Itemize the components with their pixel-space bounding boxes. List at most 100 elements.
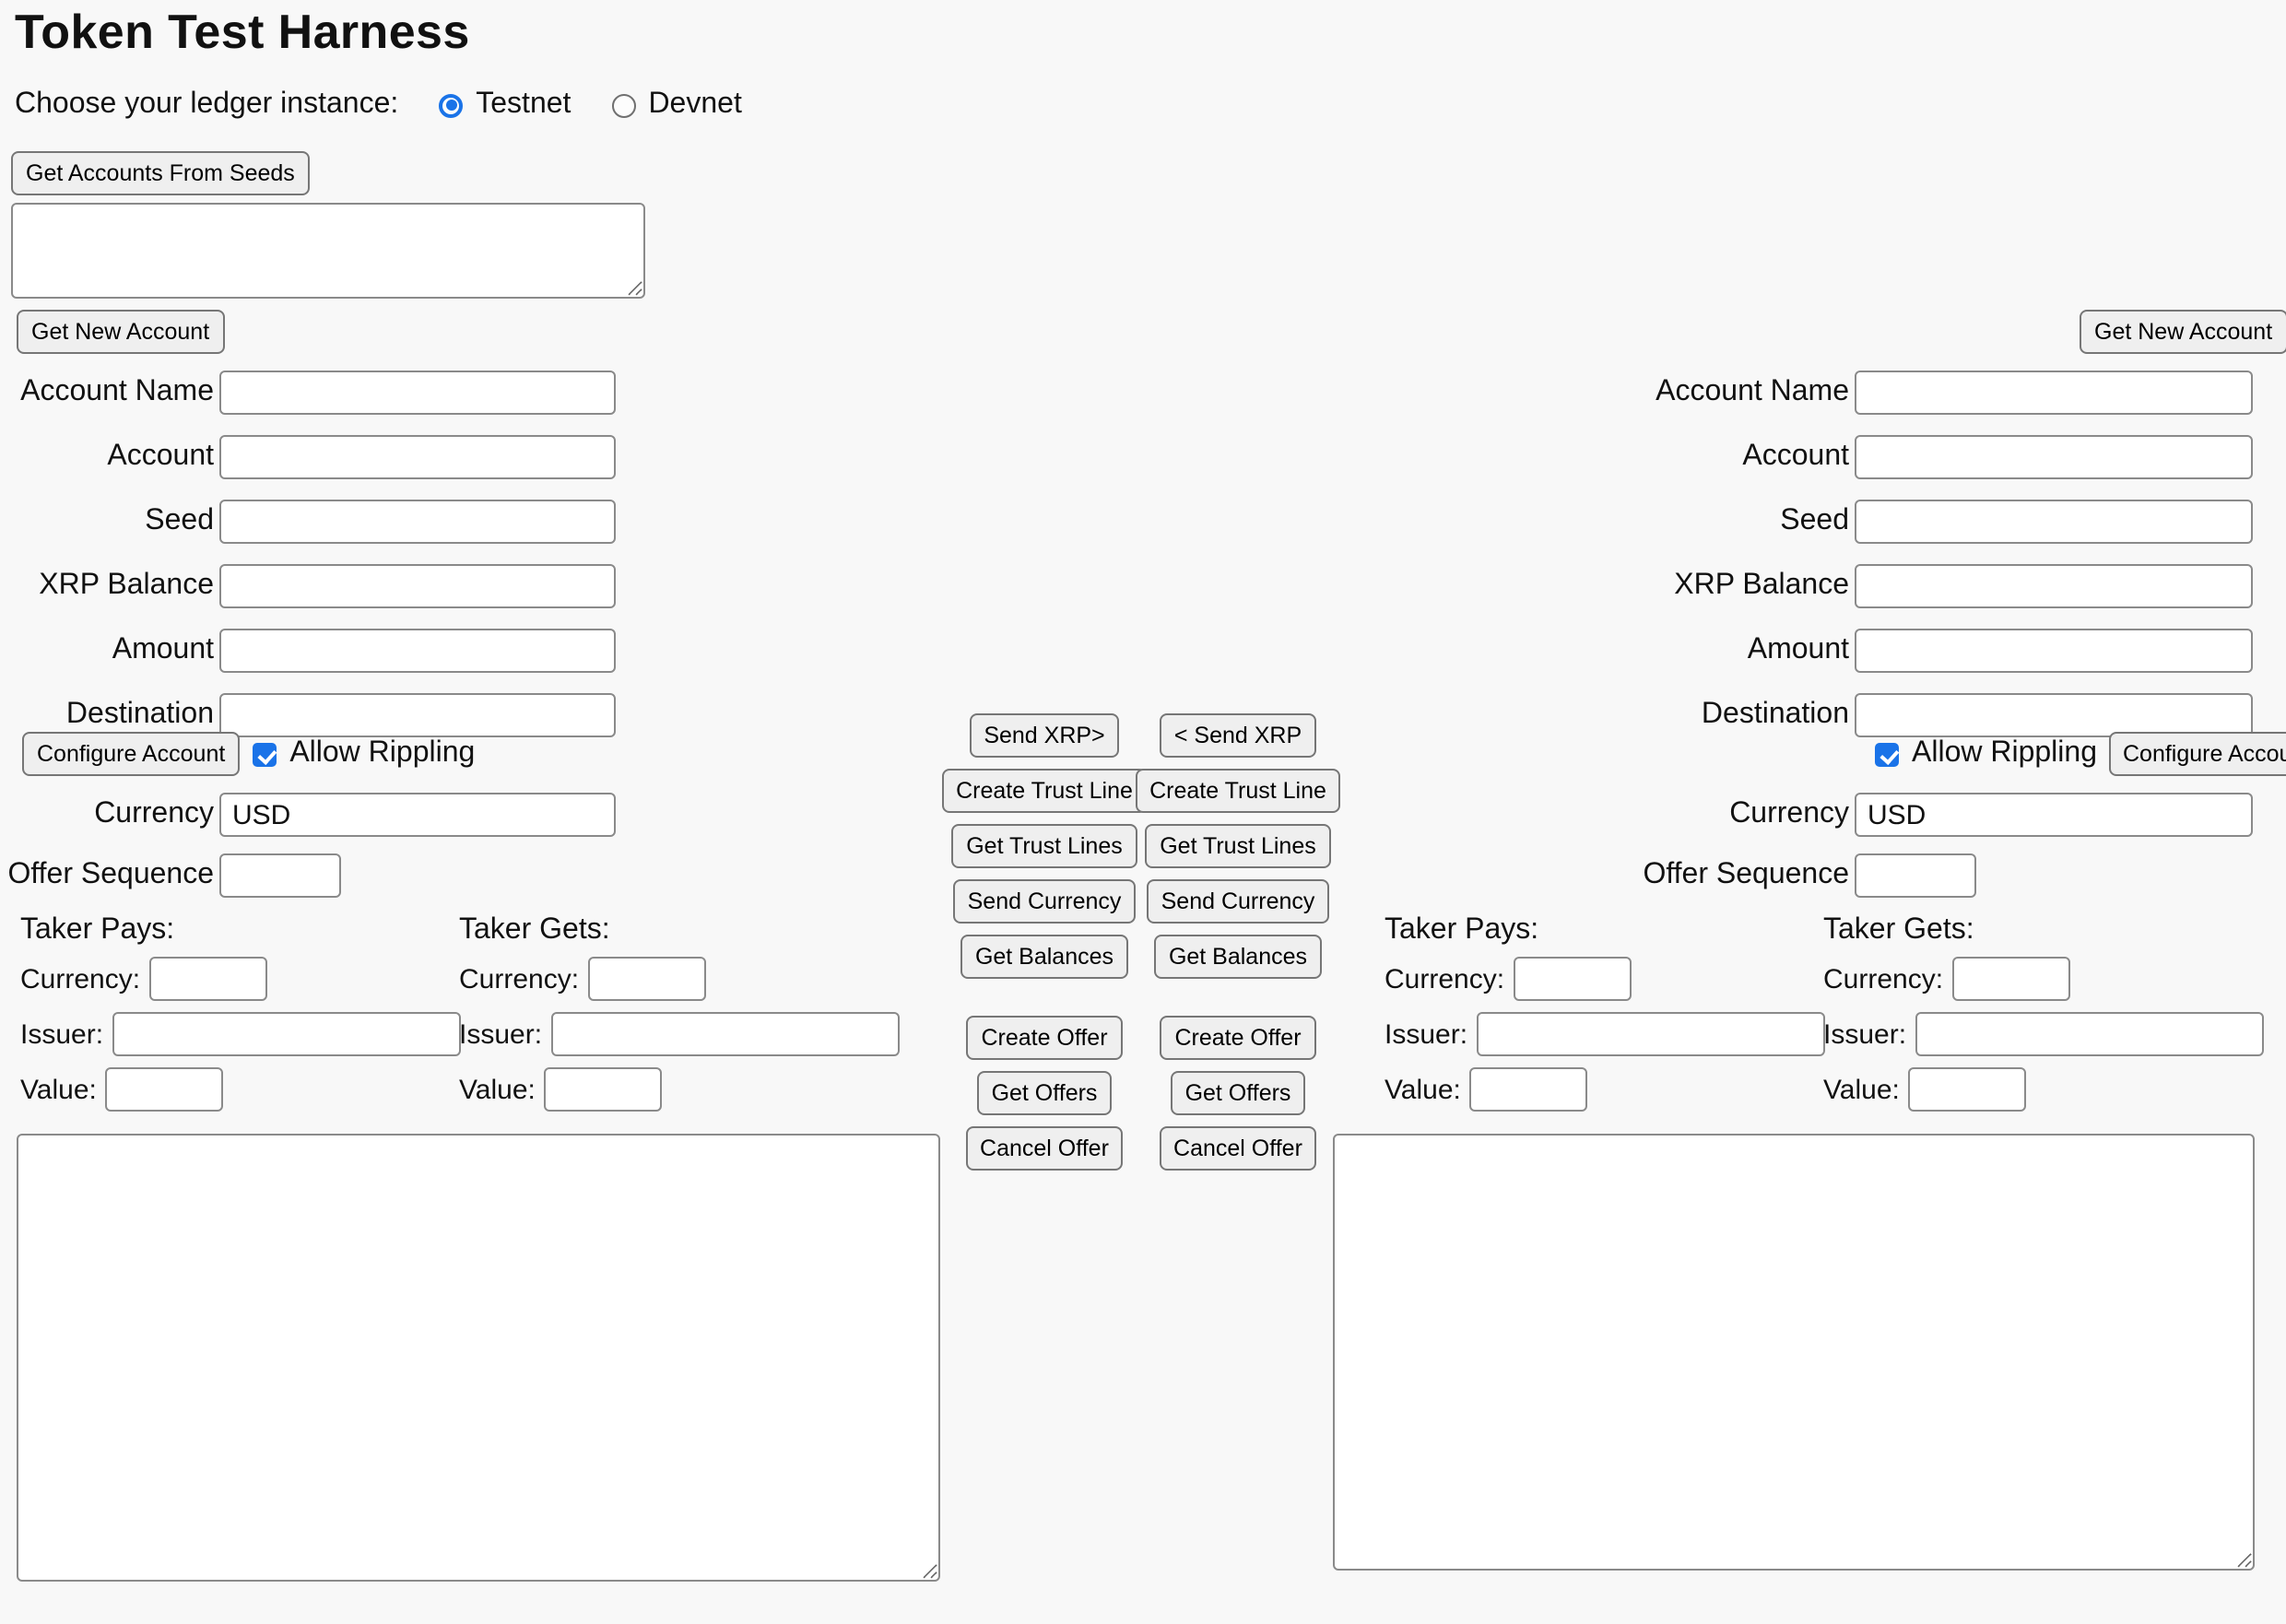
create-trust-line-left-button[interactable]: Create Trust Line — [941, 769, 1148, 813]
account2-results-textarea[interactable] — [1333, 1134, 2255, 1571]
account2-configure-row: Allow Rippling Configure Account — [1875, 732, 2286, 776]
account2-allow-rippling-checkbox[interactable] — [1875, 742, 1899, 766]
account2-currency-section: Currency Offer Sequence — [1639, 793, 2258, 898]
account1-allow-rippling-checkbox[interactable] — [253, 742, 277, 766]
radio-group-devnet: Devnet — [611, 88, 741, 122]
account2-taker-pays-value-input[interactable] — [1470, 1067, 1588, 1112]
account1-xrp-balance-input[interactable] — [219, 564, 616, 608]
account2-account-name-label: Account Name — [1639, 376, 1849, 409]
taker-row: Issuer: — [20, 1012, 448, 1056]
taker-row: Value: — [20, 1067, 448, 1112]
account1-seed-input[interactable] — [219, 500, 616, 544]
account2-taker-gets-block: Taker Gets: Currency: Issuer: Value: — [1823, 914, 2251, 1112]
create-offer-right-button[interactable]: Create Offer — [1160, 1016, 1315, 1060]
account1-account-input[interactable] — [219, 435, 616, 479]
account1-get-new-account-button[interactable]: Get New Account — [17, 310, 224, 354]
token-test-harness-page: Token Test Harness Choose your ledger in… — [0, 0, 2286, 1624]
taker-row: Currency: — [1823, 957, 2251, 1001]
account1-account-label: Account — [4, 441, 214, 474]
account2-amount-input[interactable] — [1855, 629, 2253, 673]
account2-destination-input[interactable] — [1855, 693, 2253, 737]
account1-destination-label: Destination — [4, 699, 214, 732]
account2-taker-pays-header: Taker Pays: — [1385, 914, 1812, 946]
account2-seed-input[interactable] — [1855, 500, 2253, 544]
account2-allow-rippling-label: Allow Rippling — [1912, 737, 2097, 771]
account1-taker-pays-issuer-input[interactable] — [112, 1012, 461, 1056]
account2-seed-label: Seed — [1639, 505, 1849, 538]
account1-taker-gets-value-input[interactable] — [545, 1067, 663, 1112]
account1-fields: Account Name Account Seed XRP Balance Am… — [4, 371, 623, 737]
account1-taker-gets-block: Taker Gets: Currency: Issuer: Value: — [459, 914, 887, 1112]
account1-currency-label: Currency — [4, 798, 214, 831]
create-offer-left-button[interactable]: Create Offer — [966, 1016, 1122, 1060]
taker-row: Value: — [1385, 1067, 1812, 1112]
account1-seed-label: Seed — [4, 505, 214, 538]
get-accounts-from-seeds-button[interactable]: Get Accounts From Seeds — [11, 151, 310, 195]
get-balances-right-button[interactable]: Get Balances — [1154, 935, 1322, 979]
account2-taker-pays-value-label: Value: — [1385, 1074, 1461, 1105]
middle-left-column: Send XRP> Create Trust Line Get Trust Li… — [948, 713, 1141, 1182]
account1-results-textarea[interactable] — [17, 1134, 940, 1582]
account1-destination-input[interactable] — [219, 693, 616, 737]
account1-amount-input[interactable] — [219, 629, 616, 673]
send-xrp-left-button[interactable]: < Send XRP — [1160, 713, 1316, 758]
devnet-radio[interactable] — [611, 93, 635, 117]
account2-account-input[interactable] — [1855, 435, 2253, 479]
seeds-textarea[interactable] — [11, 203, 645, 299]
taker-row: Value: — [459, 1067, 887, 1112]
account1-account-name-input[interactable] — [219, 371, 616, 415]
cancel-offer-right-button[interactable]: Cancel Offer — [1159, 1126, 1317, 1171]
get-offers-left-button[interactable]: Get Offers — [977, 1071, 1113, 1115]
account1-taker-pays-block: Taker Pays: Currency: Issuer: Value: — [20, 914, 448, 1112]
send-currency-left-button[interactable]: Send Currency — [953, 879, 1137, 924]
account1-taker-pays-value-label: Value: — [20, 1074, 97, 1105]
account2-taker-gets-header: Taker Gets: — [1823, 914, 2251, 946]
taker-row: Currency: — [459, 957, 887, 1001]
send-xrp-right-button[interactable]: Send XRP> — [969, 713, 1119, 758]
account1-configure-account-button[interactable]: Configure Account — [22, 732, 240, 776]
get-balances-left-button[interactable]: Get Balances — [960, 935, 1128, 979]
account2-fields: Account Name Account Seed XRP Balance Am… — [1639, 371, 2253, 737]
taker-row: Issuer: — [459, 1012, 887, 1056]
taker-row: Currency: — [20, 957, 448, 1001]
account2-taker-gets-value-label: Value: — [1823, 1074, 1900, 1105]
account2-account-name-input[interactable] — [1855, 371, 2253, 415]
page-title: Token Test Harness — [15, 4, 470, 61]
account1-taker-pays-issuer-label: Issuer: — [20, 1018, 103, 1050]
account1-taker-gets-header: Taker Gets: — [459, 914, 887, 946]
cancel-offer-left-button[interactable]: Cancel Offer — [965, 1126, 1124, 1171]
account2-currency-input[interactable] — [1855, 793, 2253, 837]
create-trust-line-right-button[interactable]: Create Trust Line — [1135, 769, 1341, 813]
account1-taker-pays-value-input[interactable] — [106, 1067, 224, 1112]
account1-offer-sequence-input[interactable] — [219, 853, 341, 898]
account1-taker-gets-currency-input[interactable] — [588, 957, 706, 1001]
account1-offer-sequence-label: Offer Sequence — [4, 859, 214, 892]
account2-amount-label: Amount — [1639, 634, 1849, 667]
account1-account-name-label: Account Name — [4, 376, 214, 409]
account2-destination-label: Destination — [1639, 699, 1849, 732]
radio-group-testnet: Testnet — [439, 88, 571, 122]
account2-taker-pays-currency-label: Currency: — [1385, 963, 1504, 994]
account1-taker-gets-issuer-input[interactable] — [551, 1012, 900, 1056]
get-trust-lines-right-button[interactable]: Get Trust Lines — [1145, 824, 1331, 868]
account2-taker-pays-issuer-input[interactable] — [1477, 1012, 1825, 1056]
taker-row: Issuer: — [1823, 1012, 2251, 1056]
account2-xrp-balance-label: XRP Balance — [1639, 570, 1849, 603]
account1-taker-pays-currency-input[interactable] — [149, 957, 267, 1001]
account2-offer-sequence-input[interactable] — [1855, 853, 1976, 898]
account2-taker-gets-issuer-input[interactable] — [1915, 1012, 2264, 1056]
testnet-radio[interactable] — [439, 93, 463, 117]
send-currency-right-button[interactable]: Send Currency — [1147, 879, 1330, 924]
account1-taker-gets-value-label: Value: — [459, 1074, 536, 1105]
account2-configure-account-button[interactable]: Configure Account — [2108, 732, 2286, 776]
account2-taker-pays-currency-input[interactable] — [1514, 957, 1632, 1001]
account2-get-new-account-button[interactable]: Get New Account — [2080, 310, 2286, 354]
account2-xrp-balance-input[interactable] — [1855, 564, 2253, 608]
account2-taker-gets-currency-input[interactable] — [1952, 957, 2070, 1001]
get-trust-lines-left-button[interactable]: Get Trust Lines — [951, 824, 1137, 868]
account1-currency-input[interactable] — [219, 793, 616, 837]
account2-taker-gets-value-input[interactable] — [1909, 1067, 2027, 1112]
ledger-instance-label: Choose your ledger instance: — [15, 88, 398, 122]
get-offers-right-button[interactable]: Get Offers — [1171, 1071, 1306, 1115]
account2-currency-label: Currency — [1639, 798, 1849, 831]
